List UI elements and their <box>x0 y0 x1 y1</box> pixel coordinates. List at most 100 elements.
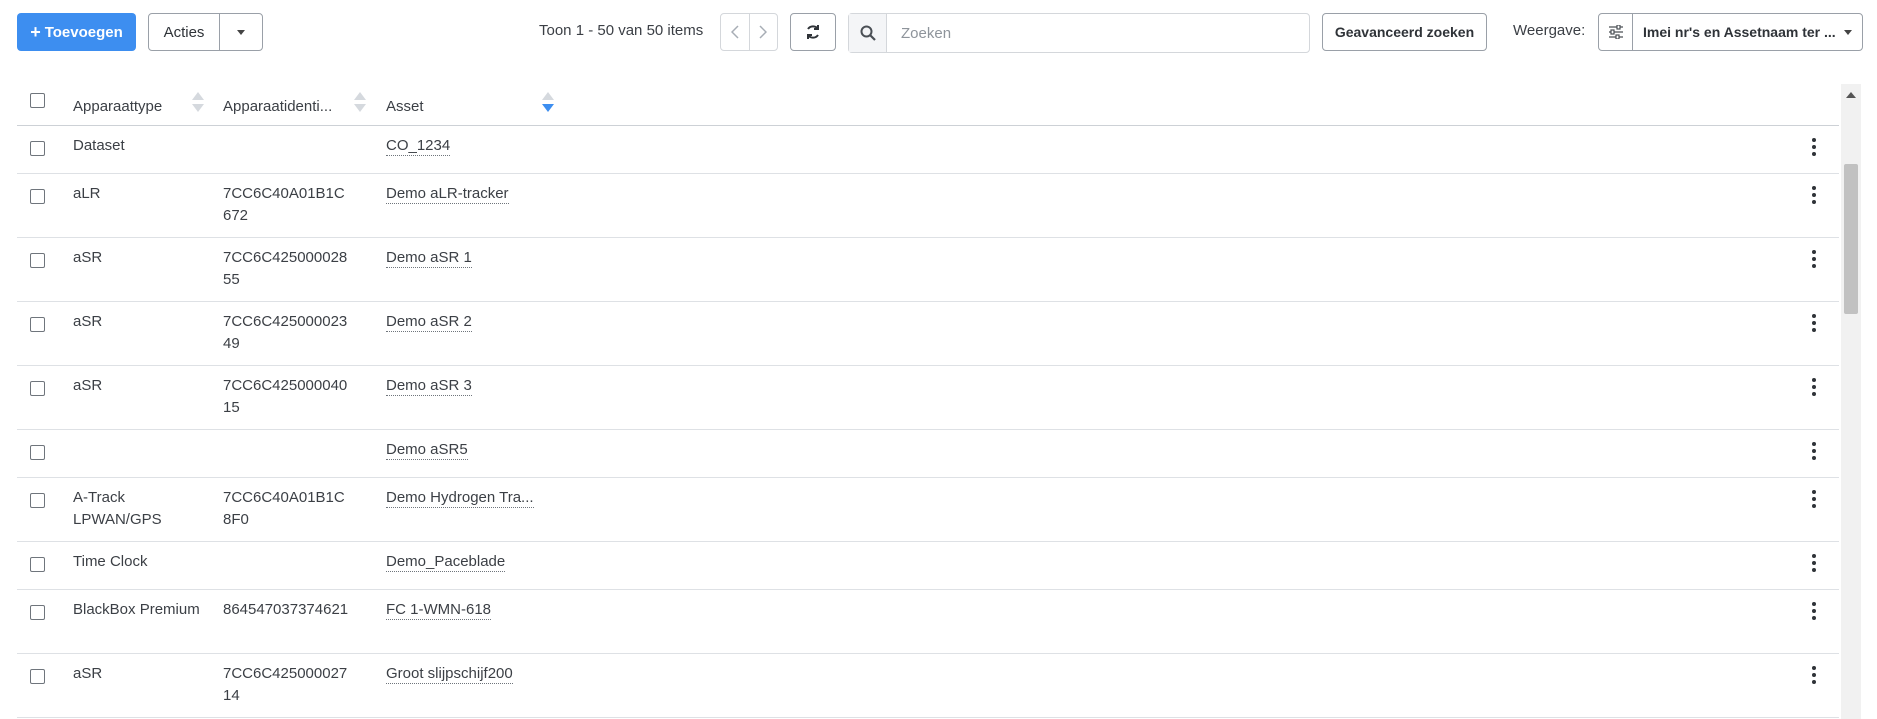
actions-button[interactable]: Acties <box>149 14 220 50</box>
cell-apparaatidentificatie: 7CC6C40A01B1C672 <box>223 185 345 224</box>
view-selector: Imei nr's en Assetnaam ter ... <box>1598 13 1863 51</box>
row-checkbox[interactable] <box>30 605 45 620</box>
cell-apparaattype: A-Track LPWAN/GPS <box>73 489 162 528</box>
sort-icon[interactable] <box>192 92 204 116</box>
asset-link[interactable]: Demo aSR 2 <box>386 313 472 332</box>
row-checkbox[interactable] <box>30 669 45 684</box>
refresh-button[interactable] <box>790 13 836 51</box>
view-label: Weergave: <box>1513 22 1586 39</box>
cell-apparaatidentificatie: 7CC6C42500002855 <box>223 249 348 288</box>
asset-link[interactable]: Demo Hydrogen Tra... <box>386 489 534 508</box>
view-dropdown-value: Imei nr's en Assetnaam ter ... <box>1643 24 1836 40</box>
device-table: Apparaattype Apparaatidenti... Asset Dat… <box>17 84 1839 719</box>
table-row[interactable]: Dataset CO_1234 <box>17 126 1839 174</box>
column-header-asset[interactable]: Asset <box>386 98 424 115</box>
caret-down-icon <box>237 29 245 35</box>
search-input[interactable] <box>887 14 1309 52</box>
table-row[interactable]: aSR 7CC6C42500002855 Demo aSR 1 <box>17 238 1839 302</box>
asset-link[interactable]: CO_1234 <box>386 137 451 156</box>
row-menu-icon[interactable] <box>1811 490 1817 508</box>
row-checkbox[interactable] <box>30 317 45 332</box>
cell-apparaatidentificatie: 7CC6C42500002714 <box>223 665 348 704</box>
cell-asset: Demo aSR 3 <box>386 375 472 397</box>
table-row[interactable]: aSR 7CC6C42500002714 Groot slijpschijf200 <box>17 654 1839 718</box>
table-header: Apparaattype Apparaatidenti... Asset <box>17 84 1839 126</box>
row-checkbox[interactable] <box>30 557 45 572</box>
add-button-label: Toevoegen <box>44 23 123 41</box>
add-button[interactable]: + Toevoegen <box>17 13 136 51</box>
cell-asset: FC 1-WMN-618 <box>386 599 492 621</box>
table-row[interactable]: Demo aSR5 <box>17 430 1839 478</box>
asset-link[interactable]: Demo aSR 1 <box>386 249 472 268</box>
column-header-apparaattype[interactable]: Apparaattype <box>73 98 162 115</box>
row-checkbox[interactable] <box>30 381 45 396</box>
table-row[interactable]: aLR 7CC6C40A01B1C672 Demo aLR-tracker <box>17 174 1839 238</box>
paging-info: Toon 1 - 50 van 50 items <box>539 22 704 39</box>
row-menu-icon[interactable] <box>1811 138 1817 156</box>
row-menu-icon[interactable] <box>1811 314 1817 332</box>
table-row[interactable]: aSR 7CC6C42500004015 Demo aSR 3 <box>17 366 1839 430</box>
select-all-checkbox[interactable] <box>30 93 45 108</box>
cell-asset: Demo aSR 2 <box>386 311 472 333</box>
plus-icon: + <box>30 22 41 42</box>
cell-apparaatidentificatie: 7CC6C42500004015 <box>223 377 348 416</box>
table-row[interactable]: BlackBox Premium 864547037374621 FC 1-WMN-… <box>17 590 1839 654</box>
column-header-apparaatidentificatie[interactable]: Apparaatidenti... <box>223 98 332 115</box>
sort-desc-icon[interactable] <box>542 92 554 116</box>
asset-link[interactable]: Demo aSR5 <box>386 441 468 460</box>
actions-button-group: Acties <box>148 13 263 51</box>
table-row[interactable]: A-Track LPWAN/GPS 7CC6C40A01B1C8F0 Demo Hy… <box>17 478 1839 542</box>
asset-link[interactable]: FC 1-WMN-618 <box>386 601 492 620</box>
search-icon[interactable] <box>849 14 887 52</box>
cell-apparaattype: aSR <box>73 249 103 266</box>
row-checkbox[interactable] <box>30 141 45 156</box>
row-checkbox[interactable] <box>30 445 45 460</box>
search-box <box>848 13 1310 53</box>
cell-apparaattype: Time Clock <box>73 553 148 570</box>
cell-asset: Demo aLR-tracker <box>386 183 509 205</box>
cell-apparaatidentificatie: 7CC6C40A01B1C8F0 <box>223 489 345 528</box>
view-dropdown[interactable]: Imei nr's en Assetnaam ter ... <box>1633 14 1862 50</box>
cell-asset: Demo aSR 1 <box>386 247 472 269</box>
row-menu-icon[interactable] <box>1811 250 1817 268</box>
cell-apparaatidentificatie: 7CC6C42500002349 <box>223 313 348 352</box>
caret-down-icon <box>1844 29 1852 35</box>
cell-apparaattype: BlackBox Premium <box>73 601 200 618</box>
actions-dropdown-toggle[interactable] <box>220 14 262 50</box>
sort-icon[interactable] <box>354 92 366 116</box>
asset-link[interactable]: Demo aSR 3 <box>386 377 472 396</box>
row-menu-icon[interactable] <box>1811 602 1817 620</box>
next-page-button[interactable] <box>750 14 778 50</box>
toolbar: + Toevoegen Acties Toon 1 - 50 van 50 it… <box>0 0 1877 64</box>
cell-apparaattype: Dataset <box>73 137 125 154</box>
scrollbar-thumb[interactable] <box>1844 164 1858 314</box>
row-menu-icon[interactable] <box>1811 554 1817 572</box>
row-menu-icon[interactable] <box>1811 378 1817 396</box>
chevron-right-icon <box>759 25 768 39</box>
row-checkbox[interactable] <box>30 253 45 268</box>
advanced-search-button[interactable]: Geavanceerd zoeken <box>1322 13 1487 51</box>
table-row[interactable]: aSR 7CC6C42500002349 Demo aSR 2 <box>17 302 1839 366</box>
pager <box>720 13 778 51</box>
scroll-up-icon[interactable] <box>1846 92 1856 98</box>
vertical-scrollbar[interactable] <box>1841 84 1861 719</box>
cell-apparaatidentificatie: 864547037374621 <box>223 601 349 618</box>
row-checkbox[interactable] <box>30 189 45 204</box>
cell-asset: Demo_Paceblade <box>386 551 506 573</box>
cell-asset: Groot slijpschijf200 <box>386 663 513 685</box>
prev-page-button[interactable] <box>721 14 750 50</box>
row-menu-icon[interactable] <box>1811 186 1817 204</box>
chevron-left-icon <box>730 25 739 39</box>
table-row[interactable]: Time Clock Demo_Paceblade <box>17 542 1839 590</box>
cell-apparaattype: aSR <box>73 665 103 682</box>
refresh-icon <box>807 25 819 39</box>
asset-link[interactable]: Groot slijpschijf200 <box>386 665 513 684</box>
view-settings-button[interactable] <box>1599 14 1633 50</box>
asset-link[interactable]: Demo aLR-tracker <box>386 185 509 204</box>
cell-asset: CO_1234 <box>386 135 451 157</box>
row-menu-icon[interactable] <box>1811 666 1817 684</box>
row-checkbox[interactable] <box>30 493 45 508</box>
cell-apparaattype: aSR <box>73 377 103 394</box>
asset-link[interactable]: Demo_Paceblade <box>386 553 506 572</box>
row-menu-icon[interactable] <box>1811 442 1817 460</box>
